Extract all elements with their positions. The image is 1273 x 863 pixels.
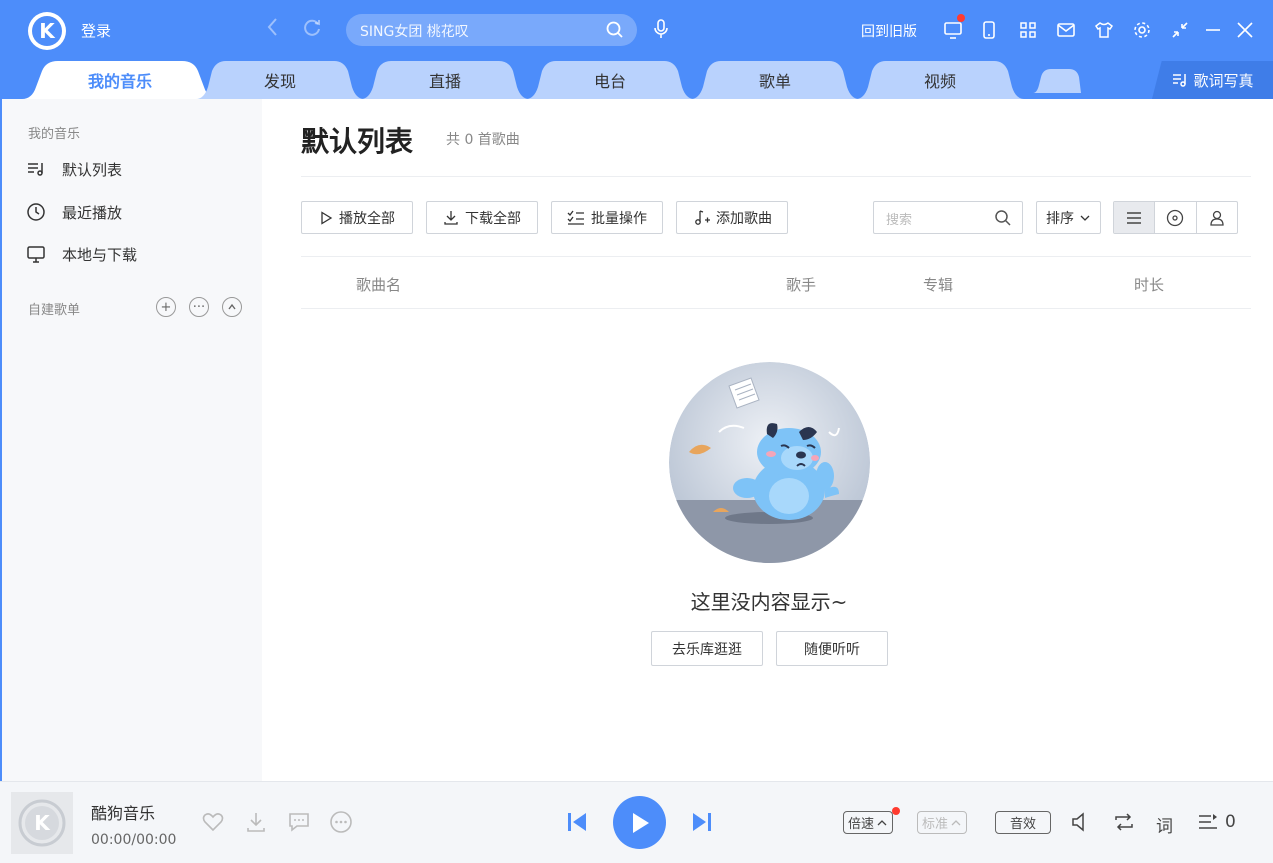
column-song-name[interactable]: 歌曲名	[356, 274, 401, 295]
more-icon[interactable]	[329, 810, 353, 834]
kugou-placeholder-icon: K	[18, 799, 66, 847]
sidebar: 我的音乐 默认列表 最近播放 本地与下载 自建歌单 + ···	[0, 99, 262, 781]
queue-count: 0	[1225, 812, 1236, 832]
artist-view-icon[interactable]	[1197, 202, 1237, 233]
play-time: 00:00/00:00	[91, 832, 177, 848]
divider	[301, 308, 1251, 309]
previous-track-icon[interactable]	[566, 810, 588, 834]
tab-playlists[interactable]: 歌单	[691, 61, 859, 99]
column-album[interactable]: 专辑	[923, 274, 953, 295]
download-all-button[interactable]: 下载全部	[426, 201, 538, 234]
mail-icon[interactable]	[1056, 20, 1076, 40]
sound-effect-button[interactable]: 音效	[995, 811, 1051, 834]
play-icon	[321, 210, 333, 225]
search-icon[interactable]	[994, 209, 1012, 227]
voice-search-icon[interactable]	[652, 18, 670, 40]
custom-playlists-heading: 自建歌单	[28, 303, 81, 318]
close-icon[interactable]	[1235, 20, 1255, 40]
monitor-icon	[27, 246, 45, 263]
custom-playlist-actions: + ···	[156, 297, 242, 317]
search-bar[interactable]: SING女团 桃花叹	[346, 14, 637, 46]
volume-icon[interactable]	[1070, 810, 1092, 834]
lyric-button[interactable]: 词	[1156, 812, 1173, 837]
play-all-button[interactable]: 播放全部	[301, 201, 413, 234]
minimize-icon[interactable]	[1203, 20, 1223, 40]
playlist-icon	[28, 163, 43, 176]
download-icon[interactable]	[244, 810, 268, 834]
comment-icon[interactable]	[287, 810, 311, 834]
speed-button[interactable]: 倍速	[843, 811, 894, 834]
mini-mode-icon[interactable]	[1170, 20, 1190, 40]
notification-dot	[957, 14, 965, 22]
next-track-icon[interactable]	[691, 810, 713, 834]
heart-icon[interactable]	[201, 810, 225, 834]
download-icon	[444, 210, 458, 225]
play-button[interactable]	[613, 796, 666, 849]
add-song-button[interactable]: 添加歌曲	[676, 201, 788, 234]
tab-my-music[interactable]: 我的音乐	[22, 61, 218, 99]
kugou-logo[interactable]: K	[28, 12, 66, 50]
tab-video[interactable]: 视频	[856, 61, 1024, 99]
sidebar-item-recent[interactable]: 最近播放	[26, 198, 122, 226]
batch-operation-button[interactable]: 批量操作	[551, 201, 663, 234]
list-search-box[interactable]: 搜索	[873, 201, 1023, 234]
album-view-icon[interactable]	[1155, 202, 1197, 233]
add-music-icon	[695, 209, 710, 225]
skin-shirt-icon[interactable]	[1094, 20, 1114, 40]
list-view-icon[interactable]	[1114, 202, 1156, 233]
browse-library-button[interactable]: 去乐库逛逛	[651, 631, 763, 666]
screen-icon[interactable]	[943, 20, 963, 40]
chevron-up-icon	[877, 819, 887, 825]
tab-live[interactable]: 直播	[361, 61, 529, 99]
chevron-down-icon	[1080, 215, 1090, 221]
search-input[interactable]: SING女团 桃花叹	[360, 21, 469, 41]
new-tab-button[interactable]	[1033, 69, 1081, 93]
apps-grid-icon[interactable]	[1018, 20, 1038, 40]
lyric-photo-button[interactable]: 歌词写真	[1152, 61, 1273, 99]
column-artist[interactable]: 歌手	[786, 274, 816, 295]
song-title: 酷狗音乐	[91, 804, 156, 823]
phone-icon[interactable]	[979, 20, 999, 40]
sort-dropdown[interactable]: 排序	[1036, 201, 1101, 234]
svg-text:K: K	[34, 811, 51, 835]
back-icon[interactable]	[266, 16, 280, 38]
random-listen-button[interactable]: 随便听听	[776, 631, 888, 666]
checklist-icon	[567, 210, 584, 225]
page-title: 默认列表	[301, 125, 414, 158]
more-options-icon[interactable]: ···	[189, 297, 209, 317]
chevron-up-icon	[951, 819, 961, 825]
quality-button[interactable]: 标准	[917, 811, 968, 834]
search-icon[interactable]	[605, 20, 625, 40]
empty-state-text: 这里没内容显示~	[690, 590, 848, 614]
sidebar-item-local-download[interactable]: 本地与下载	[26, 240, 137, 268]
add-playlist-icon[interactable]: +	[156, 297, 176, 317]
sidebar-heading: 我的音乐	[28, 127, 81, 142]
song-count: 共 0 首歌曲	[446, 132, 520, 148]
title-bar: K 登录 SING女团 桃花叹 回到旧版 我的音乐 发现 直播 电台 歌单 视频	[0, 0, 1273, 99]
refresh-icon[interactable]	[302, 16, 322, 38]
view-mode-switch	[1113, 201, 1238, 234]
old-version-link[interactable]: 回到旧版	[861, 21, 917, 41]
column-duration[interactable]: 时长	[1134, 274, 1164, 295]
sidebar-item-default-list[interactable]: 默认列表	[26, 155, 122, 183]
speed-notification-dot	[892, 807, 900, 815]
list-search-input[interactable]: 搜索	[886, 209, 912, 228]
settings-gear-icon[interactable]	[1132, 20, 1152, 40]
empty-state-illustration	[669, 362, 870, 563]
loop-mode-icon[interactable]	[1112, 810, 1136, 834]
collapse-icon[interactable]	[222, 297, 242, 317]
tab-discover[interactable]: 发现	[196, 61, 364, 99]
player-bar: K 酷狗音乐 00:00/00:00 倍速 标准 音效 词 0	[0, 781, 1273, 863]
login-button[interactable]: 登录	[81, 20, 111, 41]
clock-icon	[27, 203, 45, 221]
tab-radio[interactable]: 电台	[526, 61, 694, 99]
divider	[301, 256, 1251, 257]
play-queue-icon[interactable]	[1196, 810, 1220, 834]
album-cover[interactable]: K	[11, 792, 73, 854]
music-note-icon	[1173, 74, 1187, 87]
divider	[301, 176, 1251, 177]
play-icon	[632, 812, 649, 833]
